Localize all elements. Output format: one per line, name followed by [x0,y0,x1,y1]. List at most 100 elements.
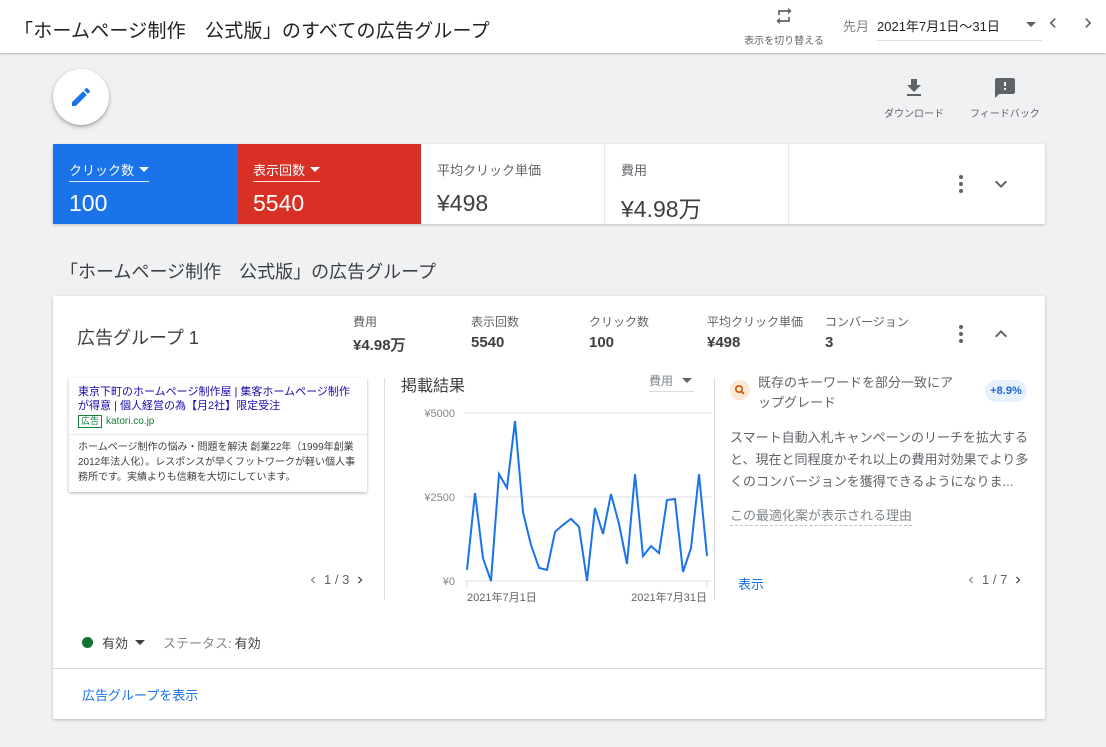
ad-preview[interactable]: 東京下町のホームページ制作屋 | 集客ホームページ制作が得意 | 個人経営の為【… [69,378,367,492]
dropdown-caret-icon [139,167,150,172]
swap-icon [776,7,792,25]
previous-period-button[interactable] [1043,12,1063,34]
metric-cost[interactable]: 費用 ¥4.98万 [605,144,789,224]
stat-value: ¥498 [707,334,741,351]
stat-avg-cpc: 平均クリック単価 ¥498 [707,313,803,351]
x-tick-label: 2021年7月1日 [467,590,537,604]
chevron-left-icon [1049,18,1056,28]
download-button[interactable]: ダウンロード [884,76,944,120]
ad-group-name: 広告グループ 1 [77,328,199,348]
stat-value: 5540 [471,334,505,351]
metric-label: 平均クリック単価 [437,163,542,178]
stat-value: ¥4.98万 [353,337,406,354]
expand-chevron-icon[interactable] [989,172,1013,196]
ad-headline[interactable]: 東京下町のホームページ制作屋 | 集客ホームページ制作が得意 | 個人経営の為【… [78,385,360,413]
status-dot-icon [82,637,93,648]
column-divider [384,378,385,600]
stat-cost: 費用 ¥4.98万 [353,313,406,355]
ad-display-url: katori.co.jp [106,416,155,427]
view-ad-group-link[interactable]: 広告グループを表示 [82,685,198,704]
date-range-prefix: 先月 [843,19,870,34]
dropdown-caret-icon [682,378,692,383]
card-divider [53,668,1045,669]
metric-label: クリック数 [69,163,135,178]
y-tick-label: ¥2500 [423,492,455,504]
chart-metric-value: 費用 [649,374,674,388]
date-range-value: 2021年7月1日～31日 [877,19,1000,34]
status-select[interactable]: 有効 [102,633,146,652]
metric-value: 100 [69,190,108,216]
pencil-icon [72,87,91,106]
dropdown-caret-icon [1026,22,1036,27]
metric-impressions[interactable]: 表示回数 5540 [237,144,421,224]
stat-label: 費用 [353,315,378,329]
status-selected: 有効 [102,636,129,651]
more-options-icon[interactable] [949,172,973,196]
metric-avg-cpc[interactable]: 平均クリック単価 ¥498 [421,144,605,224]
recommendation-pager: 1 / 7 [964,572,1025,587]
toggle-view-label: 表示を切り替える [744,36,824,47]
status-value: 有効 [234,636,261,651]
performance-chart: ¥0 ¥2500 ¥5000 2021年7月1日 2021年7月31日 [423,408,711,604]
metric-value: ¥4.98万 [621,196,702,222]
y-tick-label: ¥0 [442,576,455,588]
edit-fab-button[interactable] [53,69,109,125]
top-bar: 「ホームページ制作 公式版」のすべての広告グループ 表示を切り替える 先月 20… [0,0,1106,53]
recommendation-description: スマート自動入札キャンペーンのリーチを拡大すると、現在と同程度かそれ以上の費用対… [730,430,1029,489]
recommendation-show-link[interactable]: 表示 [738,574,764,593]
stat-impressions: 表示回数 5540 [471,313,519,351]
download-label: ダウンロード [884,109,944,120]
recommendation-uplift-badge: +8.9% [985,380,1027,402]
chevron-left-icon[interactable] [306,573,320,587]
toggle-view-button[interactable]: 表示を切り替える [740,6,828,47]
ad-url-row: 広告 katori.co.jp [78,415,154,428]
recommendation-pager-text: 1 / 7 [982,572,1008,587]
metric-label: 費用 [621,163,648,178]
metric-clicks[interactable]: クリック数 100 [53,144,237,224]
stat-label: クリック数 [589,315,650,329]
ad-pager: 1 / 3 [306,572,367,587]
stat-clicks: クリック数 100 [589,313,649,351]
stat-label: コンバージョン [825,315,909,329]
page-title: 「ホームページ制作 公式版」のすべての広告グループ [14,21,490,42]
date-range-select[interactable]: 2021年7月1日～31日 [877,13,1042,41]
scorecard-actions [789,144,1045,224]
chart-title: 掲載結果 [401,378,466,395]
feedback-icon [994,78,1015,98]
metric-clicks-select[interactable]: クリック数 [69,160,150,182]
series-line-cost [466,420,708,582]
dropdown-caret-icon [135,640,146,645]
download-icon [907,79,921,96]
chevron-right-icon[interactable] [353,573,367,587]
metric-scorecard: クリック数 100 表示回数 5540 平均クリック単価 ¥498 費用 ¥4.… [53,144,1045,224]
stat-label: 表示回数 [471,315,520,329]
recommendation-title: 既存のキーワードを部分一致にアップグレード [758,375,954,410]
ad-group-card: 広告グループ 1 費用 ¥4.98万 表示回数 5540 クリック数 100 平… [53,296,1045,719]
feedback-button[interactable]: フィードバック [970,76,1040,120]
feedback-label: フィードバック [970,109,1040,120]
collapse-chevron-icon[interactable] [989,322,1013,346]
search-icon [730,380,750,400]
dropdown-caret-icon [310,167,321,172]
next-period-button[interactable] [1078,12,1098,34]
chevron-left-icon[interactable] [964,573,978,587]
stat-value: 3 [825,334,834,351]
metric-value: 5540 [253,190,305,216]
chart-metric-select[interactable]: 費用 [649,372,694,392]
section-title: 「ホームページ制作 公式版」の広告グループ [60,262,437,282]
x-tick-label: 2021年7月31日 [631,590,707,604]
metric-value: ¥498 [437,190,489,216]
ad-pager-text: 1 / 3 [324,572,350,587]
more-options-icon[interactable] [949,322,973,346]
column-divider [714,378,715,600]
y-tick-label: ¥5000 [423,408,455,420]
metric-label: 表示回数 [253,163,306,178]
chevron-right-icon[interactable] [1011,573,1025,587]
recommendation-why-link[interactable]: この最適化案が表示される理由 [730,505,913,526]
metric-impressions-select[interactable]: 表示回数 [253,160,321,182]
stat-conversions: コンバージョン 3 [825,313,909,351]
ad-description: ホームページ制作の悩み・問題を解決 創業22年（1999年創業 2012年法人化… [78,442,356,483]
ad-divider [69,434,367,435]
stat-value: 100 [589,334,615,351]
stat-label: 平均クリック単価 [707,315,804,329]
